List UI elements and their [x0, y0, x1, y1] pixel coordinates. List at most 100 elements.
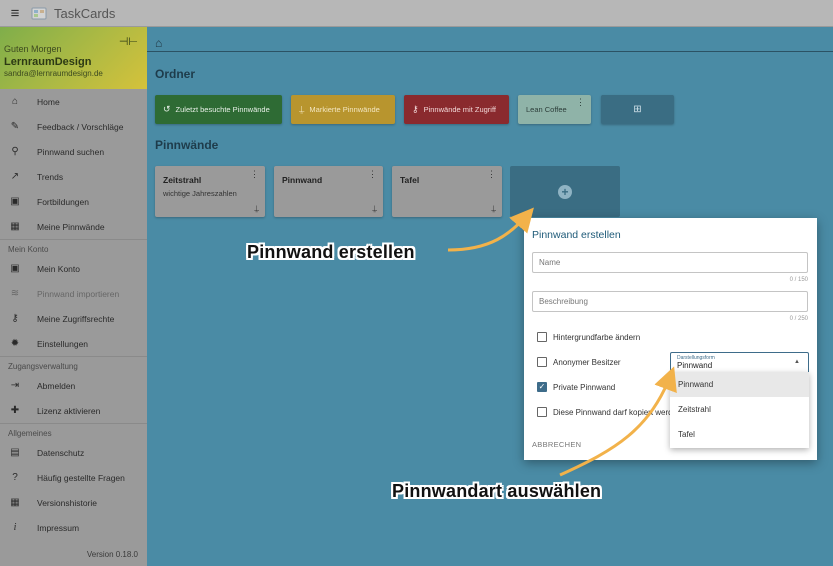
app-title: TaskCards [54, 5, 116, 21]
board-subtitle: wichtige Jahreszahlen [163, 189, 237, 198]
folder-access[interactable]: ⚷ Pinnwände mit Zugriff [404, 95, 509, 124]
sidebar-item-label: Impressum [37, 522, 80, 533]
dialog-title: Pinnwand erstellen [532, 229, 621, 241]
display-type-menu: Pinnwand Zeitstrahl Tafel [670, 372, 809, 448]
sidebar-item-access-rights[interactable]: ⚷ Meine Zugriffsrechte [0, 306, 147, 331]
key-icon: ⚷ [11, 313, 19, 324]
board-card-pinnwand[interactable]: Pinnwand ⋮ ⍊ [274, 166, 383, 217]
history-icon: ▦ [10, 497, 20, 508]
name-placeholder: Name [539, 258, 561, 267]
sidebar-item-faq[interactable]: ? Häufig gestellte Fragen [0, 465, 147, 490]
user-header: Guten Morgen LernraumDesign sandra@lernr… [0, 27, 147, 89]
calendar-icon: ▣ [10, 196, 20, 207]
history-icon: ↺ [163, 104, 171, 114]
option-tafel[interactable]: Tafel [670, 422, 809, 447]
sidebar-item-label: Pinnwand importieren [37, 288, 120, 299]
sidebar-item-label: Datenschutz [37, 447, 85, 458]
sidebar-item-label: Lizenz aktivieren [37, 405, 101, 416]
sidebar-item-label: Häufig gestellte Fragen [37, 472, 125, 483]
option-zeitstrahl[interactable]: Zeitstrahl [670, 397, 809, 422]
folder-marked[interactable]: ⍊ Markierte Pinnwände [291, 95, 395, 124]
sidebar-item-history[interactable]: ▦ Versionshistorie [0, 490, 147, 515]
option-pinnwand[interactable]: Pinnwand [670, 372, 809, 397]
version-text: Version 0.18.0 [86, 550, 138, 559]
app-bar: ≡ TaskCards [0, 0, 833, 27]
sidebar-item-privacy[interactable]: ▤ Datenschutz [0, 440, 147, 465]
checkbox-checked-icon: ✓ [537, 382, 547, 392]
checkbox-copy-allowed[interactable]: Diese Pinnwand darf kopiert werden [537, 407, 682, 417]
add-user-icon: ✚ [10, 405, 20, 416]
select-value: Pinnwand [677, 361, 713, 370]
description-field[interactable]: Beschreibung [532, 291, 808, 312]
checkbox-label: Anonymer Besitzer [553, 357, 621, 367]
sidebar-item-label: Einstellungen [37, 338, 89, 349]
sidebar-item-license[interactable]: ✚ Lizenz aktivieren [0, 398, 147, 423]
sidebar-item-trends[interactable]: ↗ Trends [0, 164, 147, 189]
folder-recent[interactable]: ↺ Zuletzt besuchte Pinnwände [155, 95, 282, 124]
folder-label: Markierte Pinnwände [309, 105, 380, 114]
add-folder-button[interactable]: ⊞ [601, 95, 674, 124]
checkbox-private-board[interactable]: ✓ Private Pinnwand [537, 382, 615, 392]
checkbox-anonymous-owner[interactable]: Anonymer Besitzer [537, 357, 621, 367]
sidebar-item-feedback[interactable]: ✎ Feedback / Vorschläge [0, 114, 147, 139]
sidebar-item-import[interactable]: ≋ Pinnwand importieren [0, 281, 147, 306]
more-vert-icon[interactable]: ⋮ [250, 169, 259, 180]
checkbox-label: Hintergrundfarbe ändern [553, 332, 641, 342]
name-counter: 0 / 150 [789, 277, 808, 283]
home-icon[interactable]: ⌂ [155, 36, 162, 50]
board-card-zeitstrahl[interactable]: Zeitstrahl wichtige Jahreszahlen ⋮ ⍊ [155, 166, 265, 217]
sidebar-item-label: Feedback / Vorschläge [37, 121, 124, 132]
hamburger-icon[interactable]: ≡ [0, 5, 30, 22]
sidebar-item-search[interactable]: ⚲ Pinnwand suchen [0, 139, 147, 164]
cancel-button[interactable]: ABBRECHEN [532, 440, 581, 449]
pin-sidebar-icon[interactable]: ⊣⊢ [119, 35, 138, 48]
trending-up-icon: ↗ [10, 171, 20, 182]
sidebar-item-fortbildungen[interactable]: ▣ Fortbildungen [0, 189, 147, 214]
document-icon: ▤ [10, 447, 20, 458]
more-vert-icon[interactable]: ⋮ [487, 169, 496, 180]
info-icon: i [13, 522, 17, 533]
add-board-button[interactable]: + [510, 166, 620, 217]
checkbox-unchecked-icon [537, 357, 547, 367]
key-icon: ⚷ [412, 104, 419, 114]
plus-circle-icon: + [558, 184, 572, 199]
sidebar-item-settings[interactable]: ✹ Einstellungen [0, 331, 147, 356]
checkbox-unchecked-icon [537, 407, 547, 417]
sidebar-item-my-boards[interactable]: ▦ Meine Pinnwände [0, 214, 147, 239]
sidebar-item-label: Meine Pinnwände [37, 221, 105, 232]
checkbox-background-color[interactable]: Hintergrundfarbe ändern [537, 332, 640, 342]
sidebar-item-account[interactable]: ▣ Mein Konto [0, 256, 147, 281]
home-icon: ⌂ [11, 96, 19, 107]
pin-icon[interactable]: ⍊ [254, 204, 259, 214]
username: LernraumDesign [4, 56, 92, 68]
pin-icon[interactable]: ⍊ [491, 204, 496, 214]
checkbox-label: Private Pinnwand [553, 382, 616, 392]
section-header-access: Zugangsverwaltung [0, 356, 147, 373]
board-card-tafel[interactable]: Tafel ⋮ ⍊ [392, 166, 502, 217]
folder-label: Lean Coffee [526, 105, 567, 114]
taskcards-logo-icon [31, 7, 47, 20]
checkbox-unchecked-icon [537, 332, 547, 342]
display-type-select[interactable]: Darstellungsform Pinnwand ▲ [670, 352, 809, 374]
caret-up-icon: ▲ [794, 359, 800, 365]
sidebar-item-label: Trends [37, 171, 64, 182]
sidebar-item-label: Mein Konto [37, 263, 80, 274]
sidebar: Guten Morgen LernraumDesign sandra@lernr… [0, 27, 147, 566]
dashboard-icon: ▦ [10, 221, 20, 232]
folder-lean-coffee[interactable]: Lean Coffee ⋮ [518, 95, 591, 124]
name-field[interactable]: Name [532, 252, 808, 273]
more-vert-icon[interactable]: ⋮ [576, 97, 585, 108]
section-header-general: Allgemeines [0, 423, 147, 440]
sidebar-item-label: Fortbildungen [37, 196, 89, 207]
sidebar-item-imprint[interactable]: i Impressum [0, 515, 147, 540]
logout-icon: ⇥ [10, 380, 20, 391]
folder-label: Pinnwände mit Zugriff [423, 105, 496, 114]
sidebar-item-home[interactable]: ⌂ Home [0, 89, 147, 114]
section-header-account: Mein Konto [0, 239, 147, 256]
folder-label: Zuletzt besuchte Pinnwände [175, 105, 270, 114]
pin-icon[interactable]: ⍊ [372, 204, 377, 214]
sidebar-item-logout[interactable]: ⇥ Abmelden [0, 373, 147, 398]
more-vert-icon[interactable]: ⋮ [368, 169, 377, 180]
checkbox-label: Diese Pinnwand darf kopiert werden [553, 407, 682, 417]
sidebar-item-label: Versionshistorie [37, 497, 98, 508]
